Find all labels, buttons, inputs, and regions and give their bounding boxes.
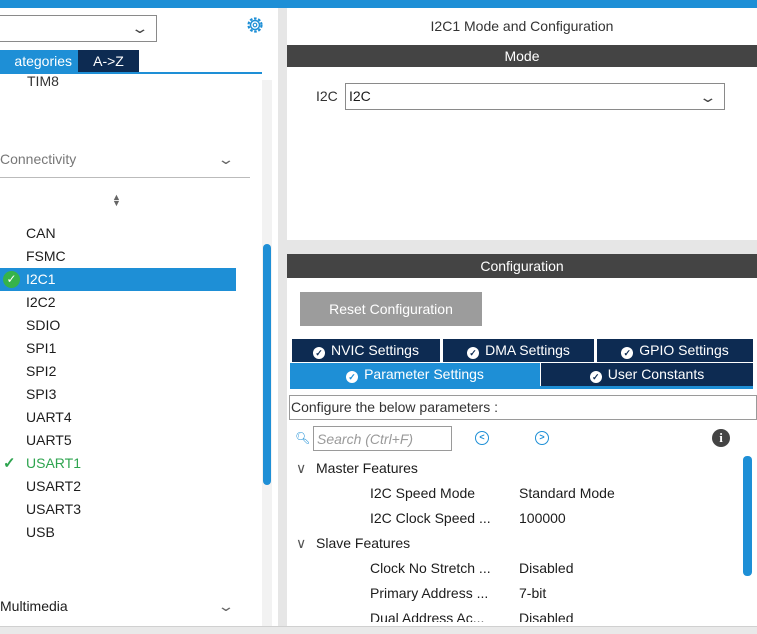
peripheral-item[interactable]: USART2 [0,475,236,498]
peripheral-item[interactable]: ✓ USART1 [0,452,236,475]
parameter-value: 100000 [519,510,566,526]
peripheral-label: I2C2 [26,294,56,310]
parameter-group-label: Master Features [316,460,418,476]
peripheral-item[interactable]: SPI3 [0,383,236,406]
peripheral-label: USART3 [26,501,81,517]
tab-categories[interactable]: ategories [0,50,78,72]
configure-hint: Configure the below parameters : [289,395,757,420]
peripheral-label: UART4 [26,409,72,425]
chevron-down-icon: ∨ [296,535,307,551]
peripheral-item[interactable]: USART3 [0,498,236,521]
chevron-down-icon: ∨ [296,460,307,476]
tab-user-constants[interactable]: ✓ User Constants [541,363,753,386]
category-header-connectivity[interactable]: Connectivity ⌄ [0,151,250,173]
sort-icon[interactable]: ▲ ▼ [112,193,121,208]
tab-underline [290,386,753,389]
tab-gpio-settings[interactable]: ✓ GPIO Settings [597,339,753,362]
peripheral-label: CAN [26,225,56,241]
configuration-section-header: Configuration [287,254,757,278]
check-circle-icon: ✓ [313,347,326,359]
gear-icon[interactable] [244,14,266,36]
tab-dma-settings[interactable]: ✓ DMA Settings [443,339,594,362]
parameter-name: Clock No Stretch ... [370,560,491,576]
check-circle-icon: ✓ [621,347,634,359]
i2c-mode-label: I2C [316,88,338,104]
scrollbar-thumb[interactable] [263,244,271,485]
peripheral-item[interactable]: SPI2 [0,360,236,383]
tab-a-z[interactable]: A->Z [78,50,139,72]
next-icon[interactable]: > [535,431,549,445]
category-header-label: Multimedia [0,598,68,614]
peripheral-label: SPI2 [26,363,57,379]
chevron-down-icon: ⌄ [698,89,718,105]
parameter-group[interactable]: ∨ Master Features [296,460,418,477]
check-circle-icon: ✓ [346,371,359,383]
tab-label: Parameter Settings [364,366,484,382]
tab-nvic-settings[interactable]: ✓ NVIC Settings [292,339,440,362]
tab-label: DMA Settings [485,342,570,358]
peripheral-label: USART1 [26,455,81,471]
category-header-label: Connectivity [0,151,77,167]
pane-splitter[interactable] [278,8,287,626]
peripheral-item[interactable]: ✓ I2C1 [0,268,236,291]
chevron-down-icon: ⌄ [217,598,235,614]
category-header-multimedia[interactable]: Multimedia ⌄ [0,598,250,620]
peripheral-item[interactable]: UART4 [0,406,236,429]
prev-icon[interactable]: < [475,431,489,445]
peripheral-label: USB [26,524,55,540]
check-circle-icon: ✓ [3,271,20,288]
reset-configuration-button[interactable]: Reset Configuration [300,292,482,326]
search-input[interactable] [313,426,452,451]
chevron-down-icon: ⌄ [217,151,235,167]
mode-section-header: Mode [287,45,757,67]
peripheral-label: USART2 [26,478,81,494]
search-icon: 🔍︎ [295,431,311,445]
peripheral-item[interactable]: UART5 [0,429,236,452]
check-icon: ✓ [3,455,16,472]
peripheral-label: SPI1 [26,340,57,356]
parameter-name: I2C Clock Speed ... [370,510,491,526]
parameter-name: I2C Speed Mode [370,485,476,501]
i2c-mode-value: I2C [349,88,371,104]
chevron-down-icon: ⌄ [130,20,150,36]
category-select[interactable]: ⌄ [0,15,157,42]
peripheral-label: FSMC [26,248,66,264]
parameter-group-label: Slave Features [316,535,411,551]
tab-label: User Constants [607,366,705,382]
peripheral-item[interactable]: USB [0,521,236,544]
peripheral-item[interactable]: SDIO [0,314,236,337]
peripheral-label: I2C1 [26,271,56,287]
peripheral-item[interactable]: SPI1 [0,337,236,360]
peripheral-item[interactable]: CAN [0,222,236,245]
peripheral-label: UART5 [26,432,72,448]
tab-parameter-settings[interactable]: ✓ Parameter Settings [290,363,540,386]
info-icon[interactable]: i [712,429,730,447]
top-accent-bar [0,0,757,8]
parameter-value: Disabled [519,560,574,576]
list-item-cut[interactable]: TIM8 [27,74,59,86]
left-pane: ⌄ ategories A->Z TIM8 Connectivity ⌄ ▲ ▼ … [0,8,278,626]
parameter-value: Standard Mode [519,485,615,501]
peripheral-label: SPI3 [26,386,57,402]
scrollbar-thumb[interactable] [743,456,752,576]
parameter-name: Primary Address ... [370,585,489,601]
divider [0,177,250,178]
tab-label: GPIO Settings [639,342,729,358]
parameter-group[interactable]: ∨ Slave Features [296,535,410,552]
panel-title: I2C1 Mode and Configuration [430,18,614,34]
peripheral-label: SDIO [26,317,61,333]
check-circle-icon: ✓ [467,347,480,359]
section-splitter[interactable] [287,240,757,254]
parameter-value: 7-bit [519,585,547,601]
peripheral-item[interactable]: I2C2 [0,291,236,314]
peripheral-item[interactable]: FSMC [0,245,236,268]
i2c-mode-select[interactable]: I2C ⌄ [345,83,725,110]
bottom-border [0,626,757,634]
check-circle-icon: ✓ [589,371,602,383]
tab-label: NVIC Settings [331,342,419,358]
